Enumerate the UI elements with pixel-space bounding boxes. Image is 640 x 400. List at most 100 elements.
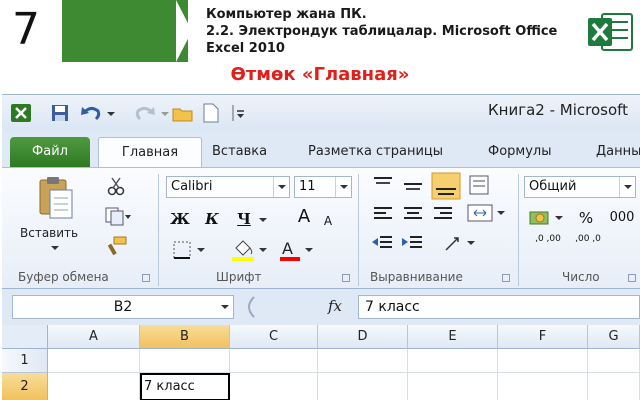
cut-icon[interactable] [106,176,126,196]
align-left-icon[interactable] [374,207,392,219]
column-header-c[interactable]: C [230,325,318,349]
clipboard-launcher-icon[interactable] [142,274,150,282]
formula-input[interactable]: 7 класс [358,295,640,319]
align-center-icon[interactable] [404,207,422,219]
insert-function-button[interactable]: fx [328,297,342,315]
redo-dropdown-icon[interactable] [160,103,170,123]
column-header-a[interactable]: A [48,325,140,349]
currency-format-icon[interactable] [528,206,568,230]
align-top-icon[interactable] [374,177,392,184]
row-header-1[interactable]: 1 [2,349,48,373]
font-color-icon[interactable]: A [278,238,318,262]
active-cell-b2[interactable]: 7 класс [140,373,230,400]
format-painter-icon[interactable] [106,236,128,256]
font-launcher-icon[interactable] [342,274,350,282]
number-format-combo[interactable]: Общий [524,176,636,198]
increase-indent-icon[interactable] [402,236,422,248]
cell-e1[interactable] [408,349,498,373]
excel-window: Книга2 - Microsoft Файл Главная Вставка … [2,94,640,400]
cell-f1[interactable] [498,349,588,373]
font-name-combo[interactable]: Calibri [166,176,290,198]
merge-center-icon[interactable] [467,204,505,222]
open-folder-icon[interactable] [172,103,194,123]
font-size-dropdown-icon[interactable] [335,177,351,197]
bold-button[interactable]: Ж [170,208,190,230]
name-box[interactable]: B2 [12,295,234,319]
undo-icon[interactable] [80,103,104,123]
italic-button[interactable]: К [202,208,222,230]
underline-button[interactable]: Ч [234,208,254,230]
row-header-2[interactable]: 2 [2,373,48,400]
excel-app-icon[interactable] [10,103,32,123]
name-box-dropdown-icon[interactable] [217,296,233,318]
tab-home[interactable]: Главная [98,137,202,167]
slide-title: Өтмөк «Главная» [230,64,410,85]
cell-a2[interactable] [48,373,140,400]
worksheet-grid: A B C D E F G 1 2 7 класс [2,325,640,400]
header-notch [176,0,192,62]
cell-g1[interactable] [588,349,640,373]
header-text: Компьютер жана ПК. 2.2. Электрондук табл… [206,6,576,62]
tab-formulas[interactable]: Формулы [488,137,551,167]
cell-c1[interactable] [230,349,318,373]
decrease-indent-icon[interactable] [372,236,392,248]
align-right-icon[interactable] [434,207,452,219]
font-name-dropdown-icon[interactable] [273,177,289,197]
column-header-f[interactable]: F [498,325,588,349]
column-header-g[interactable]: G [588,325,640,349]
header-line-1: Компьютер жана ПК. [206,7,367,22]
paste-icon[interactable] [36,176,76,220]
shrink-font-button[interactable]: A [320,210,336,232]
grade-number: 7 [12,4,40,55]
save-icon[interactable] [50,103,70,123]
column-header-b[interactable]: B [140,325,230,349]
font-size-combo[interactable]: 11 [294,176,352,198]
align-middle-icon[interactable] [404,183,422,190]
cell-f2[interactable] [498,373,588,400]
select-all-corner[interactable] [2,325,48,349]
cell-a1[interactable] [48,349,140,373]
tab-file[interactable]: Файл [10,137,90,167]
cell-b1[interactable] [140,349,230,373]
vertical-align-buttons [374,172,489,200]
grade-box: 7 [0,0,62,62]
undo-dropdown-icon[interactable] [106,103,116,123]
horizontal-align-buttons [374,204,505,222]
paste-button[interactable]: Вставить [20,226,78,240]
tab-page-layout[interactable]: Разметка страницы [308,137,443,167]
thousands-separator-button[interactable]: 000 [606,207,638,229]
number-format-value: Общий [529,179,577,194]
percent-button[interactable]: % [576,207,596,229]
font-name-value: Calibri [171,179,213,194]
paste-dropdown-icon[interactable] [50,244,60,252]
column-header-e[interactable]: E [408,325,498,349]
cell-d2[interactable] [318,373,408,400]
underline-dropdown-icon[interactable] [258,216,268,224]
fill-color-icon[interactable] [230,238,270,262]
cell-e2[interactable] [408,373,498,400]
formula-bar-splitter-icon[interactable] [242,295,256,319]
cell-c2[interactable] [230,373,318,400]
grow-font-button[interactable]: A [294,206,314,228]
alignment-launcher-icon[interactable] [502,274,510,282]
copy-icon[interactable] [104,206,132,226]
customize-toolbar-icon[interactable] [230,103,246,123]
number-format-dropdown-icon[interactable] [619,177,635,197]
borders-icon[interactable] [172,240,208,260]
tab-data[interactable]: Данны [596,137,640,167]
excel-logo-icon [588,13,633,51]
svg-text:A: A [282,239,293,258]
slide-header: 7 Компьютер жана ПК. 2.2. Электрондук та… [0,0,640,62]
align-bottom-icon[interactable] [431,172,461,200]
number-launcher-icon[interactable] [628,274,636,282]
orientation-icon[interactable] [469,175,489,195]
cell-g2[interactable] [588,373,640,400]
decrease-decimal-button[interactable]: ,00 ,0 [568,234,608,258]
increase-decimal-button[interactable]: ,0 ,00 [528,234,568,258]
new-document-icon[interactable] [202,103,220,123]
tab-insert[interactable]: Вставка [212,137,267,167]
wrap-text-icon[interactable] [445,237,475,251]
cell-d1[interactable] [318,349,408,373]
redo-icon[interactable] [132,103,156,123]
column-header-d[interactable]: D [318,325,408,349]
